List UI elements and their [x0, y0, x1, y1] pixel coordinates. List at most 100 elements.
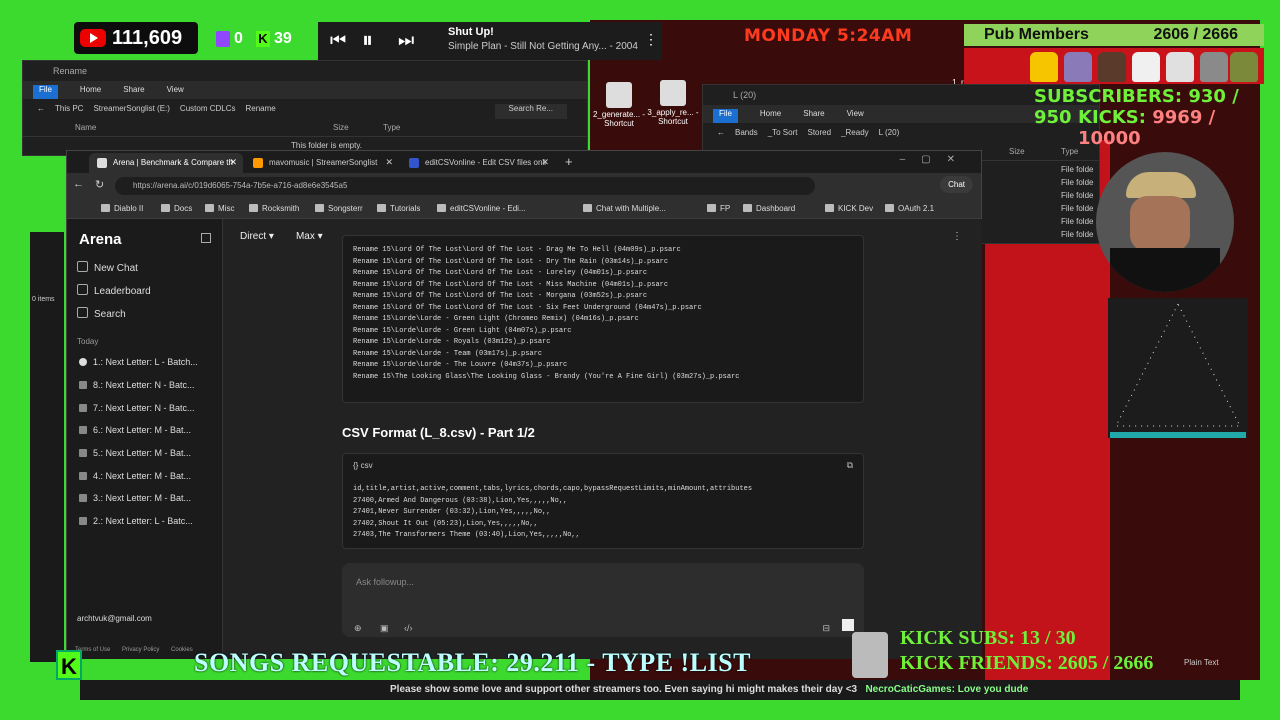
- history-item[interactable]: 4.: Next Letter: M - Bat...: [79, 471, 191, 481]
- arena-logo[interactable]: Arena: [79, 231, 122, 248]
- shortcut-icon: [660, 80, 686, 106]
- pub-count: 2606 / 2666: [1153, 26, 1238, 43]
- col-type[interactable]: Type: [383, 123, 400, 132]
- new-chat-button[interactable]: New Chat: [77, 261, 138, 274]
- menu-view[interactable]: View: [847, 109, 864, 123]
- breadcrumb-rename[interactable]: Rename: [246, 104, 276, 119]
- cookies-link[interactable]: Cookies: [171, 647, 193, 653]
- menu-share[interactable]: Share: [123, 85, 144, 99]
- url-input[interactable]: https://arena.ai/c/019d6065-754a-7b5e-a7…: [115, 177, 815, 195]
- collapse-sidebar-icon[interactable]: [201, 233, 211, 243]
- attach-icon[interactable]: ⊟: [822, 623, 830, 634]
- code-icon[interactable]: ‹/›: [404, 623, 413, 633]
- bookmark-dashboard[interactable]: Dashboard: [743, 204, 795, 213]
- bookmark-diablo[interactable]: Diablo II: [101, 204, 143, 213]
- pub-label: Pub Members: [984, 26, 1089, 43]
- bookmark-fp[interactable]: FP: [707, 204, 730, 213]
- close-tab-icon[interactable]: ✕: [541, 157, 549, 168]
- breadcrumb-stored[interactable]: Stored: [807, 128, 831, 143]
- tab-arena[interactable]: Arena | Benchmark & Compare th ✕: [89, 153, 243, 173]
- shirt-icon: [1200, 52, 1228, 82]
- breadcrumb-bands[interactable]: Bands: [735, 128, 758, 143]
- pub-members: Pub Members 2606 / 2666: [964, 24, 1264, 46]
- menu-view[interactable]: View: [167, 85, 184, 99]
- model-dropdown[interactable]: Max ▾: [296, 231, 323, 242]
- tab-strip: Arena | Benchmark & Compare th ✕ mavomusi…: [67, 151, 981, 173]
- breadcrumb-l20[interactable]: L (20): [879, 128, 900, 143]
- search-input[interactable]: Search Re...: [494, 104, 567, 119]
- search-link[interactable]: Search: [77, 307, 126, 320]
- breadcrumb-to-sort[interactable]: _To Sort: [768, 128, 798, 143]
- globe-icon[interactable]: ⊕: [354, 623, 362, 634]
- back-arrow-icon[interactable]: ←: [717, 128, 725, 143]
- kicks-goal: KICKS: 9969 / 10000: [1078, 107, 1216, 149]
- history-item[interactable]: 3.: Next Letter: M - Bat...: [79, 493, 191, 503]
- breadcrumb-custom[interactable]: Custom CDLCs: [180, 104, 236, 119]
- ribbon-menu: File Home Share View: [23, 81, 587, 99]
- mode-dropdown[interactable]: Direct ▾: [240, 231, 274, 242]
- tab-editcsv[interactable]: editCSVonline - Edit CSV files onli ✕: [401, 153, 555, 173]
- tab-streamersonglist[interactable]: mavomusic | StreamerSonglist ✕: [245, 153, 399, 173]
- history-item[interactable]: 7.: Next Letter: N - Batc...: [79, 403, 195, 413]
- col-size[interactable]: Size: [1009, 147, 1025, 156]
- breadcrumb-this-pc[interactable]: This PC: [55, 104, 83, 119]
- menu-file[interactable]: File: [33, 85, 58, 99]
- arena-favicon-icon: [97, 158, 107, 168]
- chat-button[interactable]: Chat: [940, 176, 973, 193]
- close-tab-icon[interactable]: ✕: [229, 157, 237, 168]
- now-playing: ⏮ ⏸ ⏭ Shut Up! Simple Plan - Still Not G…: [318, 22, 662, 60]
- reload-icon[interactable]: ↻: [95, 178, 104, 191]
- close-tab-icon[interactable]: ✕: [385, 157, 393, 168]
- code-language-label: {} csv: [353, 461, 373, 470]
- menu-file[interactable]: File: [713, 109, 738, 123]
- browser-window: Arena | Benchmark & Compare th ✕ mavomusi…: [66, 150, 982, 659]
- image-icon[interactable]: ▣: [380, 623, 389, 634]
- copy-icon[interactable]: ⧉: [847, 460, 853, 471]
- address-bar[interactable]: ← This PC StreamerSonglist (E:) Custom C…: [23, 99, 587, 119]
- shirt-icon: [1166, 52, 1194, 82]
- menu-home[interactable]: Home: [760, 109, 781, 123]
- shirt-icon: [1230, 52, 1258, 82]
- back-arrow-icon[interactable]: ←: [73, 178, 84, 190]
- bookmark-docs[interactable]: Docs: [161, 204, 192, 213]
- leaderboard-link[interactable]: Leaderboard: [77, 284, 151, 297]
- menu-share[interactable]: Share: [803, 109, 824, 123]
- window-controls[interactable]: –▢✕: [900, 154, 971, 165]
- history-item[interactable]: 5.: Next Letter: M - Bat...: [79, 448, 191, 458]
- empty-folder-text: This folder is empty.: [291, 141, 362, 150]
- songs-requestable: SONGS REQUESTABLE: 29.211 - TYPE !LIST: [194, 648, 751, 677]
- arena-sidebar: Arena New Chat Leaderboard Search Today …: [67, 219, 223, 659]
- bookmark-songsterr[interactable]: Songsterr: [315, 204, 363, 213]
- bookmark-oauth[interactable]: OAuth 2.1: [885, 204, 934, 213]
- menu-home[interactable]: Home: [80, 85, 101, 99]
- followup-input[interactable]: Ask followup... ⊕ ▣ ‹/› ⊟: [342, 563, 864, 637]
- merch-shirts: [964, 48, 1264, 84]
- bookmark-editcsv[interactable]: editCSVonline - Edi...: [437, 204, 526, 213]
- bookmark-kick-dev[interactable]: KICK Dev: [825, 204, 873, 213]
- desktop-shortcut-generate[interactable]: 2_generate... - Shortcut: [592, 82, 646, 128]
- bookmark-chat-multiple[interactable]: Chat with Multiple...: [583, 204, 666, 213]
- col-size[interactable]: Size: [333, 123, 349, 132]
- desktop-shortcut-apply[interactable]: 3_apply_re... - Shortcut: [646, 80, 700, 126]
- pause-icon: ⏸: [362, 27, 374, 52]
- history-item[interactable]: 1.: Next Letter: L - Batch...: [79, 357, 198, 367]
- col-type[interactable]: Type: [1061, 147, 1078, 156]
- col-name[interactable]: Name: [75, 123, 96, 132]
- bookmark-tutorials[interactable]: Tutorials: [377, 204, 420, 213]
- breadcrumb-drive[interactable]: StreamerSonglist (E:): [93, 104, 169, 119]
- kick-friends: KICK FRIENDS: 2605 / 2666: [900, 652, 1154, 674]
- account-email[interactable]: archtvuk@gmail.com: [77, 614, 152, 623]
- privacy-link[interactable]: Privacy Policy: [122, 647, 159, 653]
- history-item[interactable]: 2.: Next Letter: L - Batc...: [79, 516, 193, 526]
- history-item[interactable]: 8.: Next Letter: N - Batc...: [79, 380, 195, 390]
- back-arrow-icon[interactable]: ←: [37, 104, 45, 119]
- more-options-icon[interactable]: ⋮: [952, 231, 962, 242]
- history-item[interactable]: 6.: Next Letter: M - Bat...: [79, 425, 191, 435]
- stop-icon[interactable]: [842, 619, 854, 631]
- bookmark-misc[interactable]: Misc: [205, 204, 234, 213]
- new-tab-icon[interactable]: +: [565, 154, 573, 169]
- bookmark-rocksmith[interactable]: Rocksmith: [249, 204, 299, 213]
- ticker-user-message: NecroCaticGames: Love you dude: [865, 684, 1029, 695]
- breadcrumb-ready[interactable]: _Ready: [841, 128, 869, 143]
- column-headers: Name Size Type: [23, 119, 587, 137]
